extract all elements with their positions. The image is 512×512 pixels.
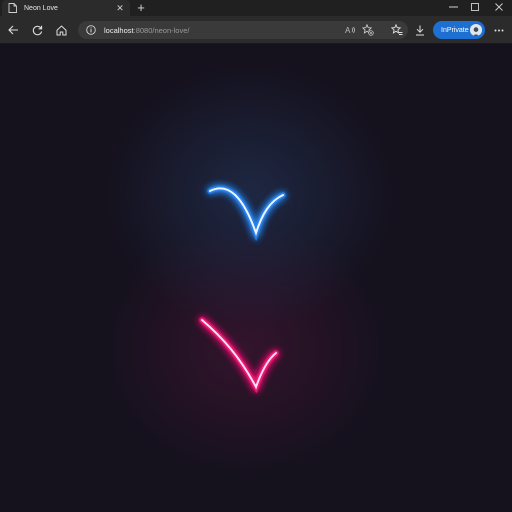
favorites-icon[interactable] <box>390 23 404 37</box>
home-icon[interactable] <box>54 23 68 37</box>
neon-canvas <box>199 185 286 394</box>
url-text[interactable]: localhost:8080/neon-love/ <box>104 26 190 35</box>
blue-neon-stroke <box>207 185 286 241</box>
maximize-icon[interactable] <box>464 0 486 14</box>
page-viewport <box>0 44 512 512</box>
tab-strip: Neon Love ✕ + <box>0 0 512 16</box>
close-window-icon[interactable] <box>488 0 510 14</box>
new-tab-icon[interactable]: + <box>134 1 148 15</box>
download-icon[interactable] <box>413 23 427 37</box>
page-icon <box>7 3 18 14</box>
avatar <box>470 24 482 36</box>
tab-title: Neon Love <box>24 4 58 12</box>
url-host: localhost <box>104 25 134 35</box>
star-add-icon[interactable] <box>362 24 374 36</box>
read-aloud-icon[interactable]: A <box>344 24 356 36</box>
svg-text:A: A <box>345 26 351 35</box>
minimize-icon[interactable] <box>442 0 464 14</box>
address-bar[interactable]: localhost:8080/neon-love/ A <box>78 21 408 39</box>
more-dots-icon[interactable] <box>492 23 506 37</box>
inprivate-button[interactable]: InPrivate <box>433 21 485 39</box>
back-arrow-icon[interactable] <box>6 23 20 37</box>
inprivate-label: InPrivate <box>441 26 469 34</box>
url-path: :8080/neon-love/ <box>133 25 190 35</box>
refresh-icon[interactable] <box>30 23 44 37</box>
pink-neon-stroke <box>199 317 279 394</box>
close-tab-icon[interactable]: ✕ <box>115 3 125 14</box>
info-icon[interactable] <box>86 25 96 35</box>
browser-toolbar: localhost:8080/neon-love/ A InPrivate <box>0 16 512 44</box>
browser-tab[interactable]: Neon Love ✕ <box>2 0 130 16</box>
